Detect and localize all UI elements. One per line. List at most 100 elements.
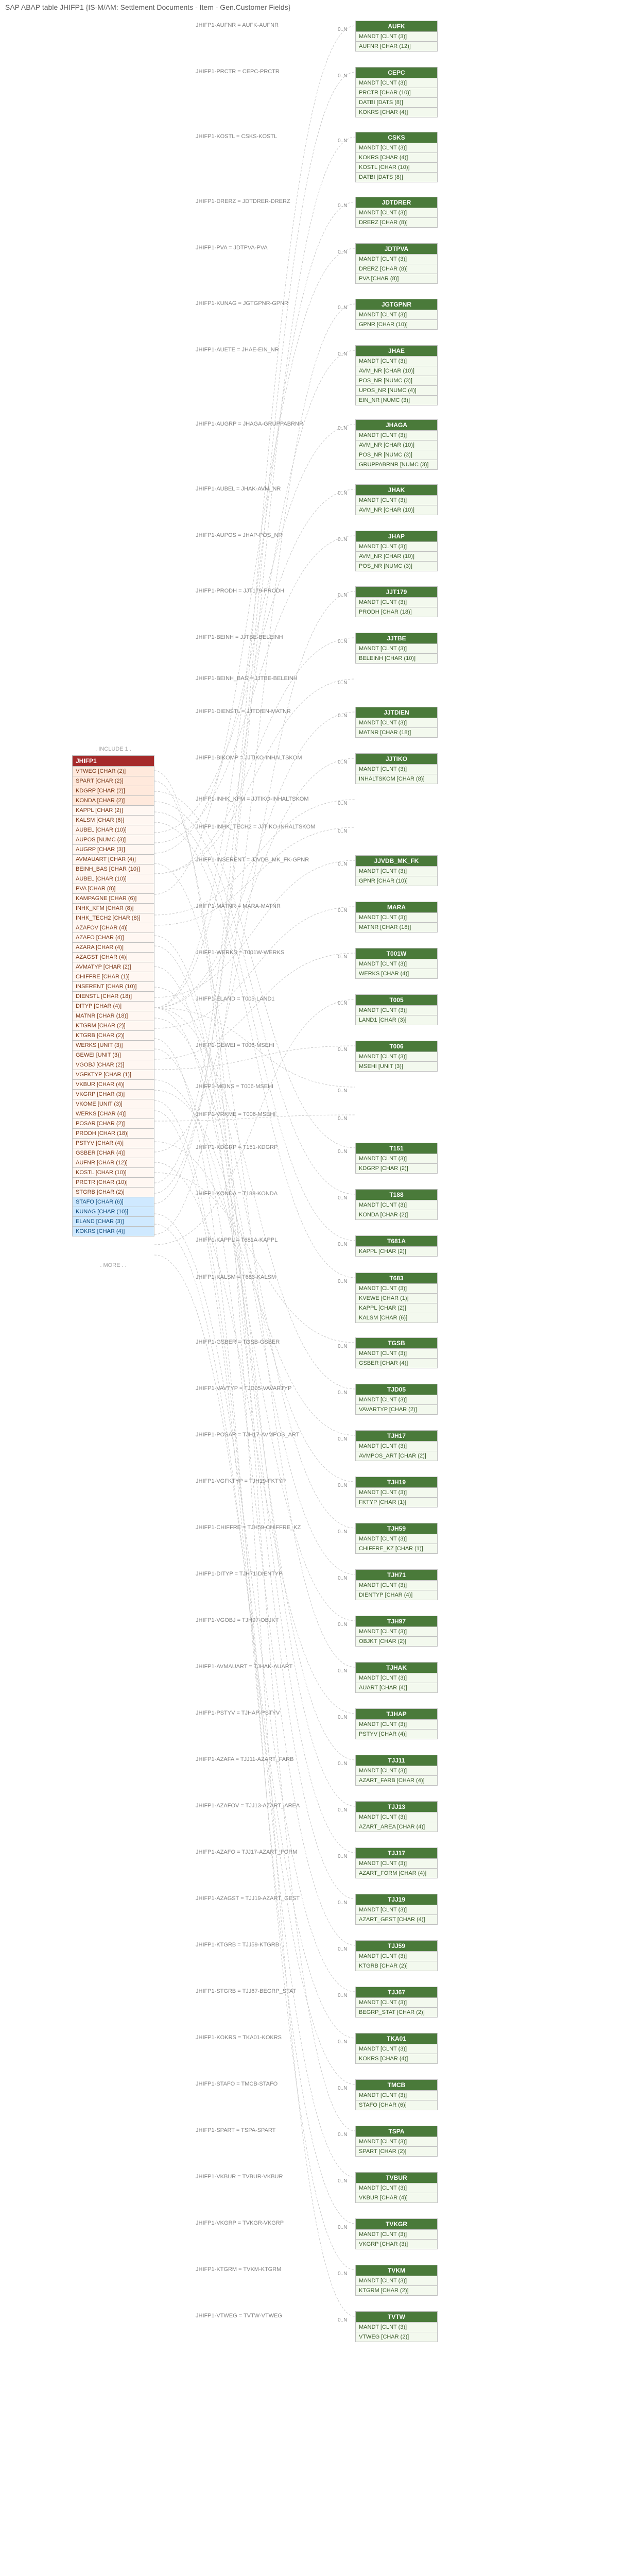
cardinality-label: 0..N [338, 1668, 347, 1674]
target-field: MANDT [CLNT (3)] [355, 1998, 438, 2008]
target-table: TJH71MANDT [CLNT (3)]DIENTYP [CHAR (4)] [355, 1569, 438, 1600]
target-field: SPART [CHAR (2)] [355, 2147, 438, 2157]
relationship-label: JHIFP1-VTWEG = TVTW-VTWEG [196, 2313, 282, 2319]
main-field: PVA [CHAR (8)] [72, 884, 154, 894]
target-field: AZART_GEST [CHAR (4)] [355, 1915, 438, 1925]
target-field: MANDT [CLNT (3)] [355, 1720, 438, 1730]
target-table: JJTIKOMANDT [CLNT (3)]INHALTSKOM [CHAR (… [355, 753, 438, 784]
target-field: AZART_FARB [CHAR (4)] [355, 1776, 438, 1786]
target-field: AZART_AREA [CHAR (4)] [355, 1822, 438, 1832]
target-table-name: TJHAP [355, 1708, 438, 1720]
main-field: AVMAUART [CHAR (4)] [72, 855, 154, 865]
main-field: DITYP [CHAR (4)] [72, 1002, 154, 1011]
target-field: GRUPPABRNR [NUMC (3)] [355, 460, 438, 470]
target-table: MARAMANDT [CLNT (3)]MATNR [CHAR (18)] [355, 902, 438, 933]
target-field: MANDT [CLNT (3)] [355, 1442, 438, 1451]
relationship-connector [154, 987, 355, 1528]
target-table: T681AKAPPL [CHAR (2)] [355, 1235, 438, 1257]
target-table-name: TJJ59 [355, 1940, 438, 1952]
relationship-label: JHIFP1-DRERZ = JDTDRER-DRERZ [196, 198, 290, 205]
relationship-connector [154, 489, 355, 833]
cardinality-label: 0..N [338, 537, 347, 543]
relationship-connector [154, 791, 355, 1148]
cardinality-label: 0..N [338, 1047, 347, 1053]
target-field: MANDT [CLNT (3)] [355, 1627, 438, 1637]
relationship-label: JHIFP1-AUPOS = JHAP-POS_NR [196, 532, 282, 538]
target-table: TJH19MANDT [CLNT (3)]FKTYP [CHAR (1)] [355, 1477, 438, 1507]
cardinality-label: 0..N [338, 1622, 347, 1628]
main-field: AZARA [CHAR (4)] [72, 943, 154, 953]
main-field: ELAND [CHAR (3)] [72, 1217, 154, 1227]
relationship-label: JHIFP1-ELAND = T005-LAND1 [196, 996, 275, 1002]
target-field: KAPPL [CHAR (2)] [355, 1303, 438, 1313]
relationship-connector [154, 812, 355, 1241]
target-field: WERKS [CHAR (4)] [355, 969, 438, 979]
target-field: MANDT [CLNT (3)] [355, 2183, 438, 2193]
target-table: T683MANDT [CLNT (3)]KVEWE [CHAR (1)]KAPP… [355, 1273, 438, 1323]
target-field: OBJKT [CHAR (2)] [355, 1637, 438, 1647]
connectors-svg [0, 0, 641, 2576]
target-table: CEPCMANDT [CLNT (3)]PRCTR [CHAR (10)]DAT… [355, 67, 438, 117]
cardinality-label: 0..N [338, 861, 347, 867]
cardinality-label: 0..N [338, 1149, 347, 1155]
main-more-label: . MORE . . [72, 1262, 154, 1268]
target-table: JHAGAMANDT [CLNT (3)]AVM_NR [CHAR (10)]P… [355, 419, 438, 470]
relationship-connector [154, 936, 355, 1806]
relationship-label: JHIFP1-KONDA = T188-KONDA [196, 1191, 278, 1197]
relationship-label: JHIFP1-BIKOMP = JJTIKO-INHALTSKOM [196, 755, 302, 761]
target-table: TGSBMANDT [CLNT (3)]GSBER [CHAR (4)] [355, 1337, 438, 1368]
cardinality-label: 0..N [338, 1761, 347, 1767]
target-field: MANDT [CLNT (3)] [355, 496, 438, 505]
cardinality-label: 0..N [338, 249, 347, 255]
target-table: JJTBEMANDT [CLNT (3)]BELEINH [CHAR (10)] [355, 633, 438, 664]
target-table: TSPAMANDT [CLNT (3)]SPART [CHAR (2)] [355, 2126, 438, 2157]
target-field: PVA [CHAR (8)] [355, 274, 438, 284]
cardinality-label: 0..N [338, 73, 347, 79]
target-field: POS_NR [NUMC (3)] [355, 376, 438, 386]
target-table: TVKMMANDT [CLNT (3)]KTGRM [CHAR (2)] [355, 2265, 438, 2296]
cardinality-label: 0..N [338, 1900, 347, 1906]
relationship-label: JHIFP1-AVMAUART = TJHAK-AUART [196, 1664, 292, 1670]
target-field: MANDT [CLNT (3)] [355, 2137, 438, 2147]
target-table-name: TJJ17 [355, 1848, 438, 1859]
main-field: MATNR [CHAR (18)] [72, 1011, 154, 1021]
target-table: TJJ11MANDT [CLNT (3)]AZART_FARB [CHAR (4… [355, 1755, 438, 1786]
target-field: KALSM [CHAR (6)] [355, 1313, 438, 1323]
main-field: POSAR [CHAR (2)] [72, 1119, 154, 1129]
cardinality-label: 0..N [338, 426, 347, 431]
target-field: FKTYP [CHAR (1)] [355, 1498, 438, 1507]
relationship-label: JHIFP1-VKGRP = TVKGR-VKGRP [196, 2220, 284, 2226]
relationship-connector [154, 1173, 355, 1343]
relationship-label: JHIFP1-SPART = TSPA-SPART [196, 2127, 275, 2133]
target-field: DRERZ [CHAR (8)] [355, 218, 438, 228]
target-field: PSTYV [CHAR (4)] [355, 1730, 438, 1739]
target-table-name: TJH17 [355, 1430, 438, 1442]
target-field: DATBI [DATS (8)] [355, 173, 438, 182]
target-field: AVM_NR [CHAR (10)] [355, 552, 438, 562]
relationship-label: JHIFP1-PRCTR = CEPC-PRCTR [196, 69, 280, 75]
relationship-label: JHIFP1-AZAGST = TJJ19-AZART_GEST [196, 1895, 300, 1902]
target-field: MANDT [CLNT (3)] [355, 143, 438, 153]
target-field: KOKRS [CHAR (4)] [355, 108, 438, 117]
target-table-name: T005 [355, 994, 438, 1006]
cardinality-label: 0..N [338, 1116, 347, 1122]
main-field: AVMATYP [CHAR (2)] [72, 962, 154, 972]
target-table: TJJ17MANDT [CLNT (3)]AZART_FORM [CHAR (4… [355, 1848, 438, 1878]
target-table: TJH97MANDT [CLNT (3)]OBJKT [CHAR (2)] [355, 1616, 438, 1647]
target-table-name: TGSB [355, 1337, 438, 1349]
main-field: KAPPL [CHAR (2)] [72, 806, 154, 816]
target-field: BEGRP_STAT [CHAR (2)] [355, 2008, 438, 2018]
main-field: BEINH_BAS [CHAR (10)] [72, 865, 154, 874]
target-field: MSEHI [UNIT (3)] [355, 1062, 438, 1072]
target-table-name: JHAGA [355, 419, 438, 431]
relationship-label: JHIFP1-MEINS = T006-MSEHI [196, 1083, 273, 1090]
main-field: INSERENT [CHAR (10)] [72, 982, 154, 992]
target-field: AVM_NR [CHAR (10)] [355, 440, 438, 450]
target-field: KTGRM [CHAR (2)] [355, 2286, 438, 2296]
target-field: MANDT [CLNT (3)] [355, 2044, 438, 2054]
main-field: VGOBJ [CHAR (2)] [72, 1060, 154, 1070]
relationship-label: JHIFP1-KALSM = T683-KALSM [196, 1274, 276, 1280]
target-table: JDTPVAMANDT [CLNT (3)]DRERZ [CHAR (8)]PV… [355, 243, 438, 284]
target-field: MATNR [CHAR (18)] [355, 923, 438, 933]
target-field: MANDT [CLNT (3)] [355, 2276, 438, 2286]
